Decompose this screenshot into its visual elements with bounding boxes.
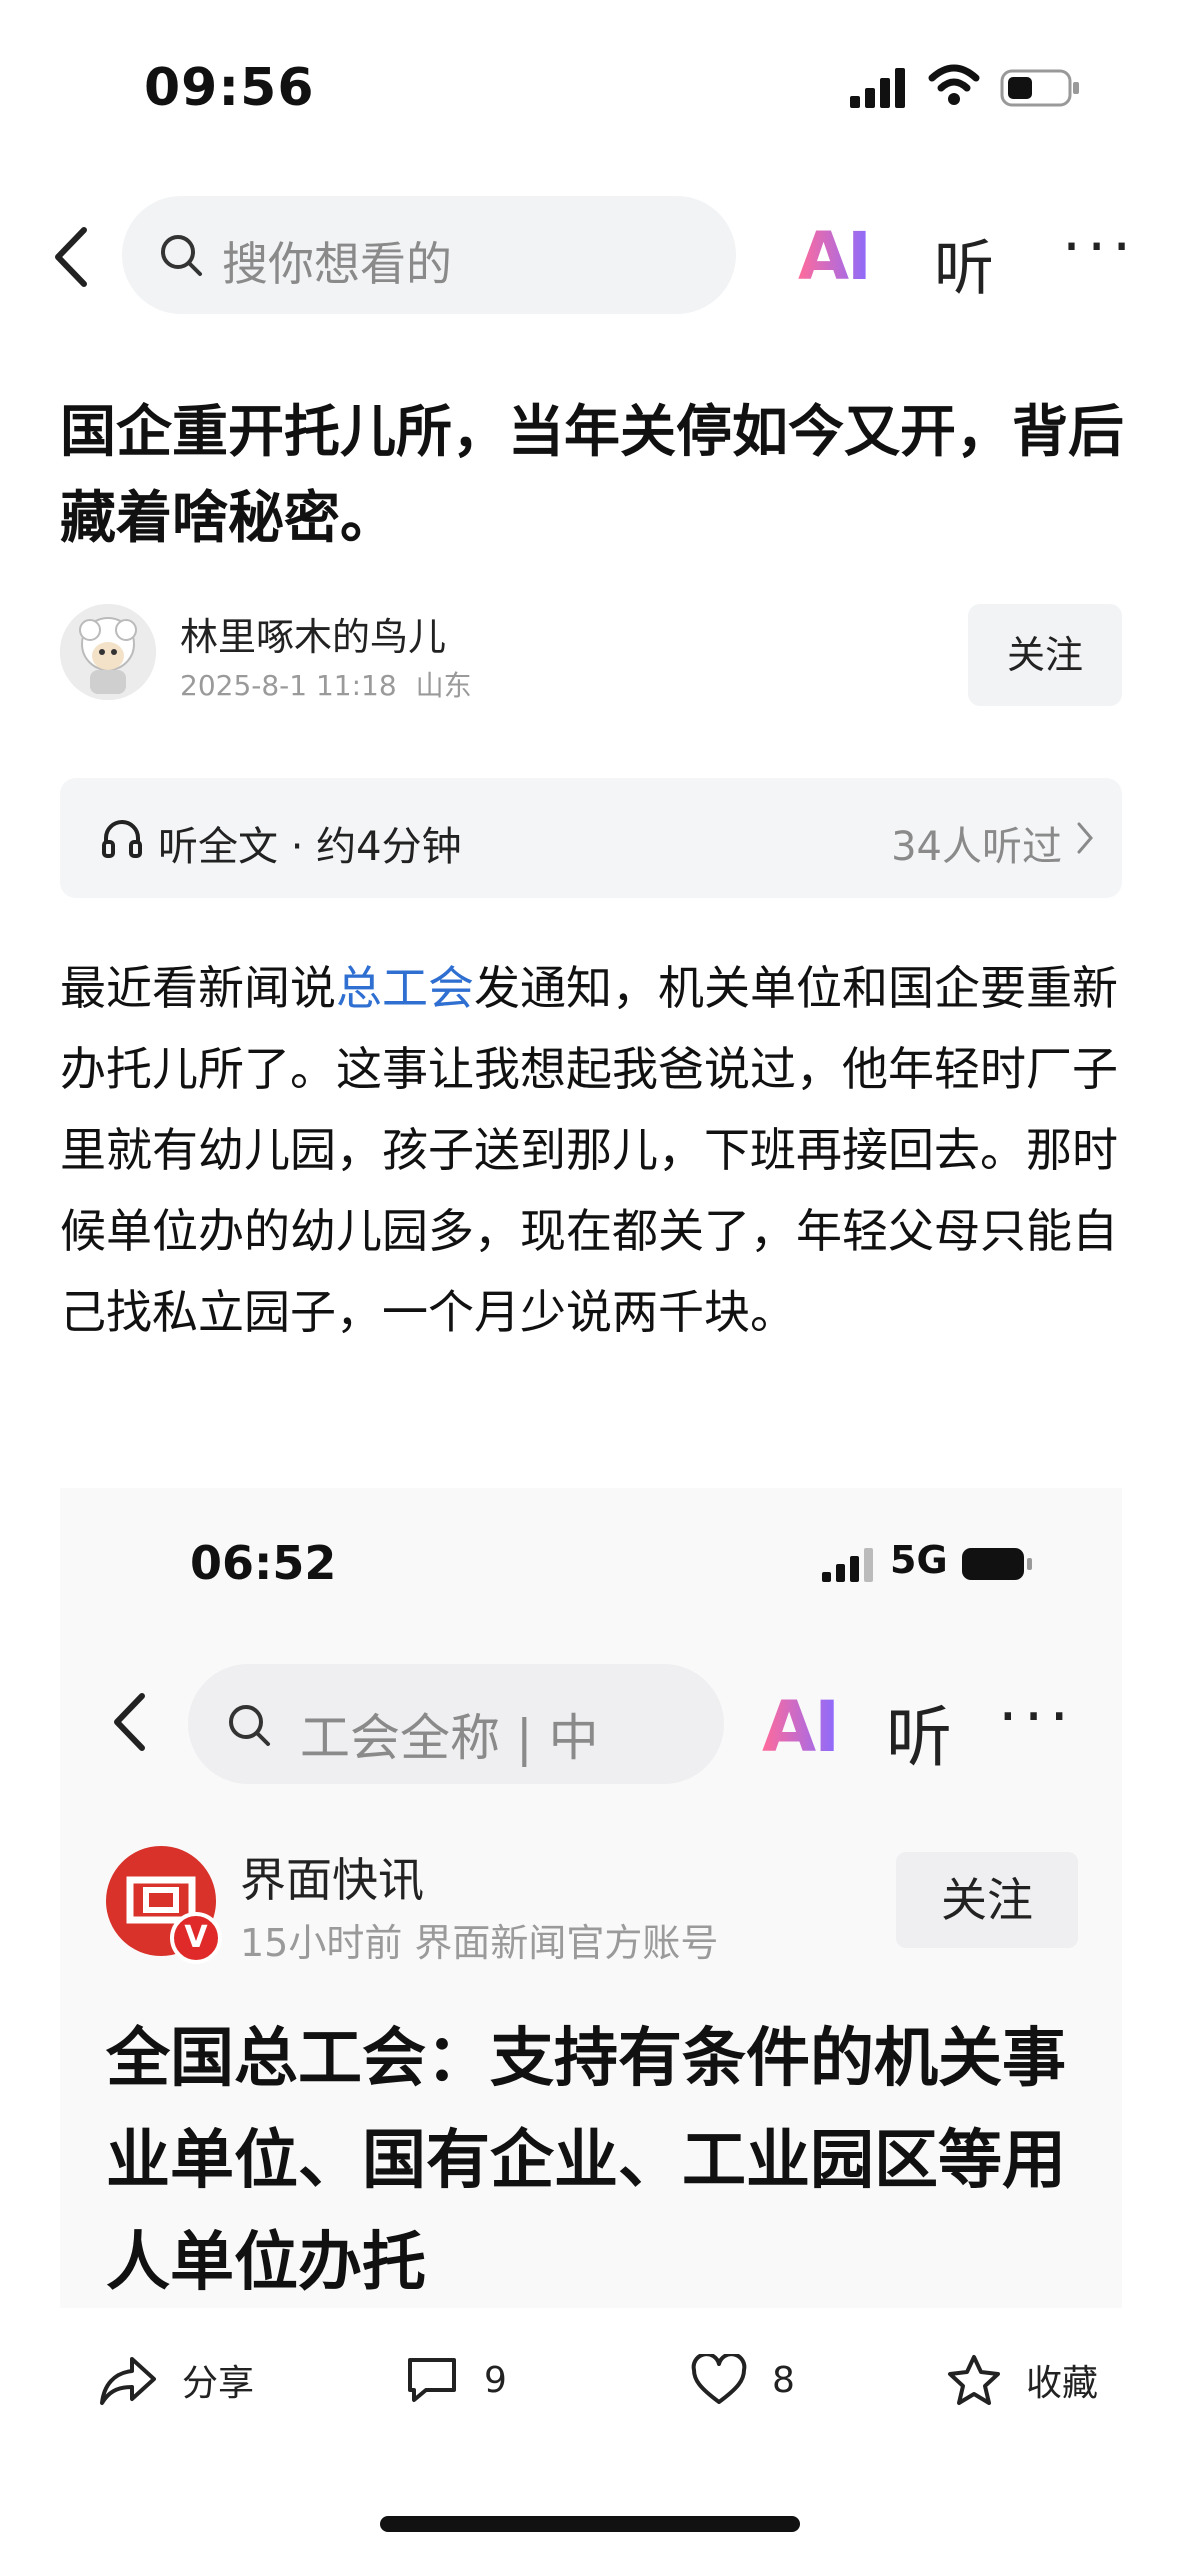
body-text-rest: 发通知，机关单位和国企要重新办托儿所了。这事让我想起我爸说过，他年轻时厂子里就有… xyxy=(60,961,1118,1339)
body-text-start: 最近看新闻说 xyxy=(60,961,336,1015)
union-link[interactable]: 总工会 xyxy=(336,961,474,1015)
listen-full-text-label: 听全文 · 约4分钟 xyxy=(158,824,462,870)
like-button[interactable]: 8 xyxy=(690,2340,795,2420)
embedded-search-text: 工会全称 | 中 xyxy=(300,1709,599,1767)
ai-button[interactable]: AI xyxy=(798,218,872,295)
embedded-search-icon xyxy=(229,1705,270,1746)
search-placeholder: 搜你想看的 xyxy=(222,237,452,291)
listen-count: 34人听过 xyxy=(891,824,1062,870)
comment-count: 9 xyxy=(484,2359,507,2401)
share-arrow-icon xyxy=(100,2357,156,2405)
embedded-ai-label: AI xyxy=(762,1686,840,1768)
home-indicator[interactable] xyxy=(380,2516,800,2532)
status-time: 09:56 xyxy=(144,58,315,118)
article-body: 最近看新闻说总工会发通知，机关单位和国企要重新办托儿所了。这事让我想起我爸说过，… xyxy=(60,948,1130,1353)
listen-full-text-bar[interactable]: 听全文 · 约4分钟 34人听过 xyxy=(60,778,1122,898)
author-name[interactable]: 林里啄木的鸟儿 xyxy=(180,606,446,661)
sheep-avatar-icon xyxy=(60,604,156,700)
embedded-signal-icon xyxy=(822,1548,873,1582)
embedded-search-box: 工会全称 | 中 xyxy=(188,1664,724,1784)
embedded-more-label: ··· xyxy=(998,1680,1076,1753)
star-icon xyxy=(948,2355,1000,2405)
cellular-signal-icon xyxy=(850,68,905,108)
embedded-follow-label: 关注 xyxy=(896,1852,1078,1948)
embedded-battery-icon xyxy=(962,1548,1032,1580)
author-avatar[interactable] xyxy=(60,604,156,700)
headphones-icon xyxy=(102,820,142,858)
favorite-label: 收藏 xyxy=(1026,2363,1099,2404)
embedded-status-time: 06:52 xyxy=(190,1536,337,1590)
publish-date: 2025-8-1 11:18 xyxy=(180,669,397,702)
wifi-icon xyxy=(928,64,980,105)
chevron-right-icon xyxy=(1077,822,1093,854)
heart-icon xyxy=(691,2354,747,2404)
favorite-button[interactable]: 收藏 xyxy=(946,2340,1098,2420)
embedded-screenshot[interactable]: 06:52 5G 工会全称 | 中 AI 听 ··· V 界面快讯 15小时前 … xyxy=(60,1488,1122,2308)
embedded-headline: 全国总工会：支持有条件的机关事业单位、国有企业、工业园区等用人单位办托 xyxy=(106,2022,1066,2300)
publish-location: 山东 xyxy=(415,669,472,702)
search-icon xyxy=(161,235,202,276)
author-meta: 2025-8-1 11:18 山东 xyxy=(180,664,472,704)
listen-button[interactable]: 听 xyxy=(934,220,994,307)
embedded-network-label: 5G xyxy=(890,1538,948,1582)
comment-button[interactable]: 9 xyxy=(404,2340,507,2420)
back-arrow-icon[interactable] xyxy=(50,226,90,288)
share-label: 分享 xyxy=(182,2363,255,2404)
embedded-back-arrow-icon xyxy=(114,1693,145,1751)
embedded-source-meta: 15小时前 界面新闻官方账号 xyxy=(240,1921,719,1965)
share-button[interactable]: 分享 xyxy=(98,2340,254,2420)
embedded-listen-label: 听 xyxy=(886,1699,952,1776)
follow-button[interactable]: 关注 xyxy=(968,604,1122,706)
battery-icon xyxy=(1000,69,1079,107)
embedded-source-name: 界面快讯 xyxy=(240,1853,424,1907)
comment-bubble-icon xyxy=(408,2358,456,2402)
article-title: 国企重开托儿所，当年关停如今又开，背后藏着啥秘密。 xyxy=(60,400,1124,551)
more-menu-button[interactable]: ··· xyxy=(1062,212,1137,282)
like-count: 8 xyxy=(772,2359,795,2401)
search-box[interactable]: 搜你想看的 xyxy=(122,196,736,314)
verified-badge: V xyxy=(170,1912,222,1964)
